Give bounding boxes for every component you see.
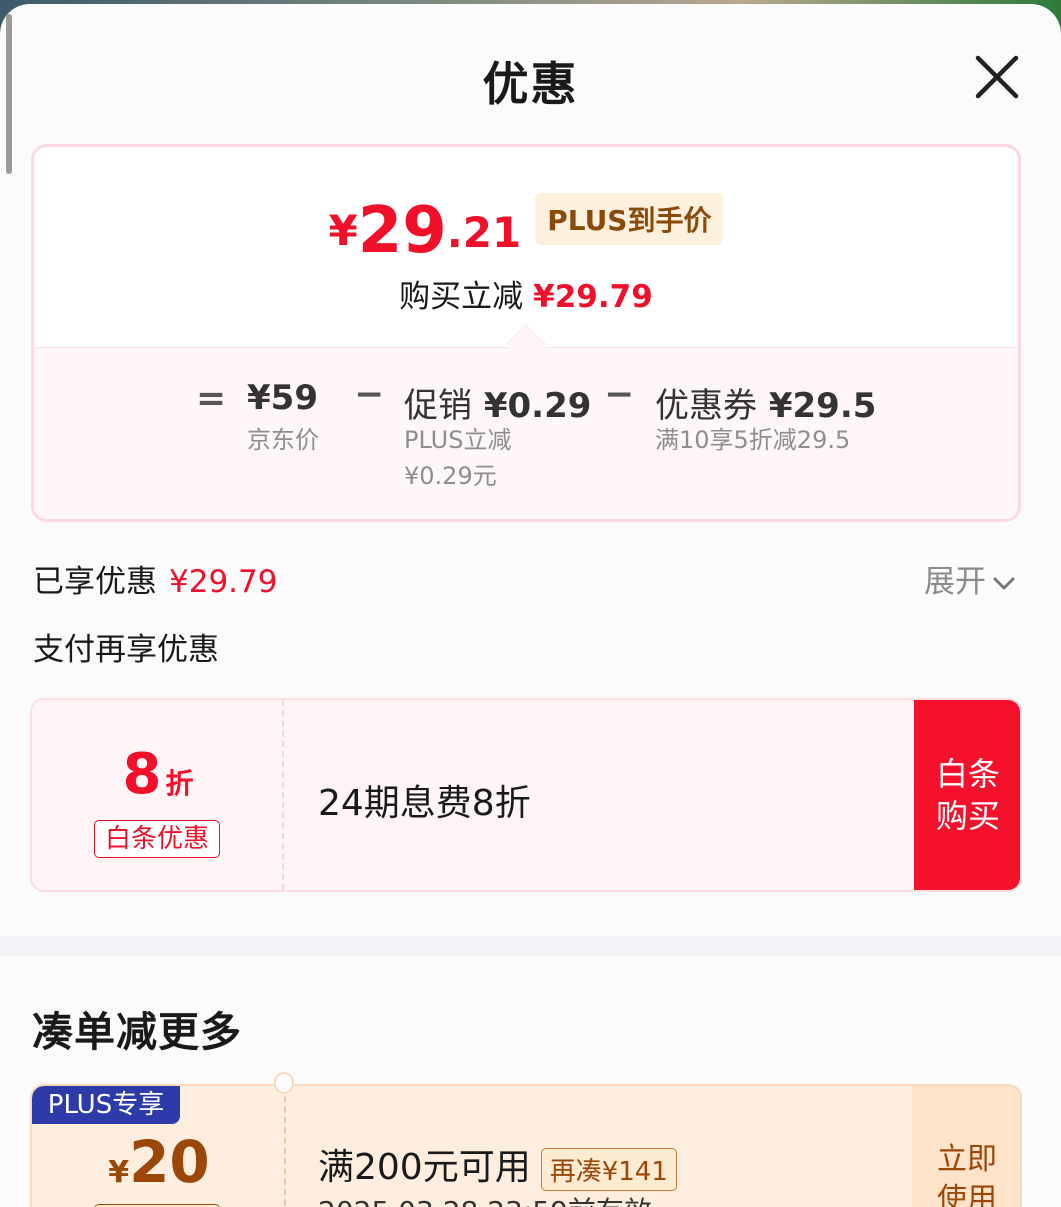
coupon-sub: 满10享5折减29.5	[655, 426, 851, 454]
coupon-number: 20	[129, 1128, 210, 1196]
minus-sign: −	[354, 374, 385, 415]
coupon-value: PLUS专享 ¥20	[32, 1086, 286, 1207]
enjoyed-amount: ¥29.79	[169, 564, 278, 600]
coupon-expiry: 2025.03.28 23:59前有效	[318, 1190, 652, 1207]
baitiao-buy-button[interactable]: 白条 购买	[914, 700, 1020, 890]
plus-only-tag: PLUS专享	[32, 1086, 180, 1124]
reduce-line: 购买立减 ¥29.79	[34, 271, 1018, 316]
discount-number: 8	[122, 742, 162, 807]
use-now-button[interactable]: 立即 使用	[912, 1086, 1020, 1207]
sheet-title: 优惠	[482, 57, 579, 111]
price-breakdown: = ¥59 京东价 − 促销 ¥0.29 PLUS立减 ¥0.29元 − 优惠券…	[34, 347, 1018, 519]
button-line: 白条	[935, 755, 1000, 793]
enjoyed-discount: 已享优惠 ¥29.79	[33, 556, 277, 601]
pay-section-title: 支付再享优惠	[33, 632, 219, 668]
coupon-line: 优惠券 ¥29.5	[655, 378, 876, 427]
minus-sign: −	[604, 374, 635, 415]
promo-sub: PLUS立减 ¥0.29元	[404, 422, 511, 494]
plus-price-tag: PLUS到手价	[535, 193, 724, 245]
price-currency: ¥	[328, 206, 358, 255]
coupon-condition-text: 满200元可用	[318, 1147, 531, 1188]
jd-price: ¥59	[247, 378, 318, 418]
baitiao-badge: 白条优惠	[94, 820, 220, 858]
jd-price-label: 京东价	[247, 426, 319, 454]
discount-unit: 折	[165, 767, 194, 800]
coupon-card[interactable]: PLUS专享 ¥20 满200元可用再凑¥141 2025.03.28 23:5…	[30, 1084, 1022, 1207]
section-divider	[0, 936, 1061, 956]
baitiao-discount: 8折 白条优惠	[32, 700, 284, 890]
discount-sheet: 优惠 ¥ 29 .21 PLUS到手价 购买立减 ¥29.79 = ¥59 京东价…	[0, 4, 1061, 1207]
button-line: 使用	[937, 1182, 997, 1207]
more-section-title: 凑单减更多	[32, 1008, 242, 1056]
close-icon	[975, 55, 1019, 99]
button-line: 立即	[937, 1142, 997, 1177]
button-line: 购买	[935, 797, 1000, 835]
expand-label: 展开	[924, 564, 986, 600]
reduce-amount: ¥29.79	[533, 279, 653, 315]
promo-sub-line2: ¥0.29元	[404, 462, 497, 490]
price-integer: 29	[357, 194, 447, 268]
promo-sub-line1: PLUS立减	[404, 426, 512, 454]
equals-sign: =	[196, 378, 227, 419]
coupon-amount: ¥20	[32, 1128, 286, 1196]
promo-name: 促销	[404, 386, 472, 426]
discount-value: 8折	[32, 742, 284, 807]
expand-button[interactable]: 展开	[924, 556, 1016, 601]
coupon-condition: 满200元可用 再凑¥141	[318, 1138, 677, 1191]
baitiao-desc: 24期息费8折	[318, 783, 531, 824]
add-more-tag: 再凑¥141	[540, 1147, 677, 1191]
enjoyed-label: 已享优惠	[33, 564, 157, 600]
promo-amount: ¥0.29	[483, 386, 592, 426]
reduce-label: 购买立减	[399, 279, 524, 315]
baitiao-offer-card[interactable]: 8折 白条优惠 24期息费8折 白条 购买	[30, 698, 1022, 892]
price-summary-card: ¥ 29 .21 PLUS到手价 购买立减 ¥29.79 = ¥59 京东价 − …	[31, 144, 1021, 522]
coupon-currency: ¥	[108, 1155, 130, 1190]
coupon-notch	[274, 1072, 294, 1094]
price-decimal: .21	[446, 208, 522, 257]
chevron-down-icon	[993, 577, 1015, 589]
promo-line: 促销 ¥0.29	[404, 378, 591, 427]
final-price: ¥ 29 .21 PLUS到手价	[34, 191, 1018, 267]
coupon-amount: ¥29.5	[768, 386, 877, 426]
coupon-name: 优惠券	[655, 386, 757, 426]
close-button[interactable]	[968, 48, 1026, 106]
